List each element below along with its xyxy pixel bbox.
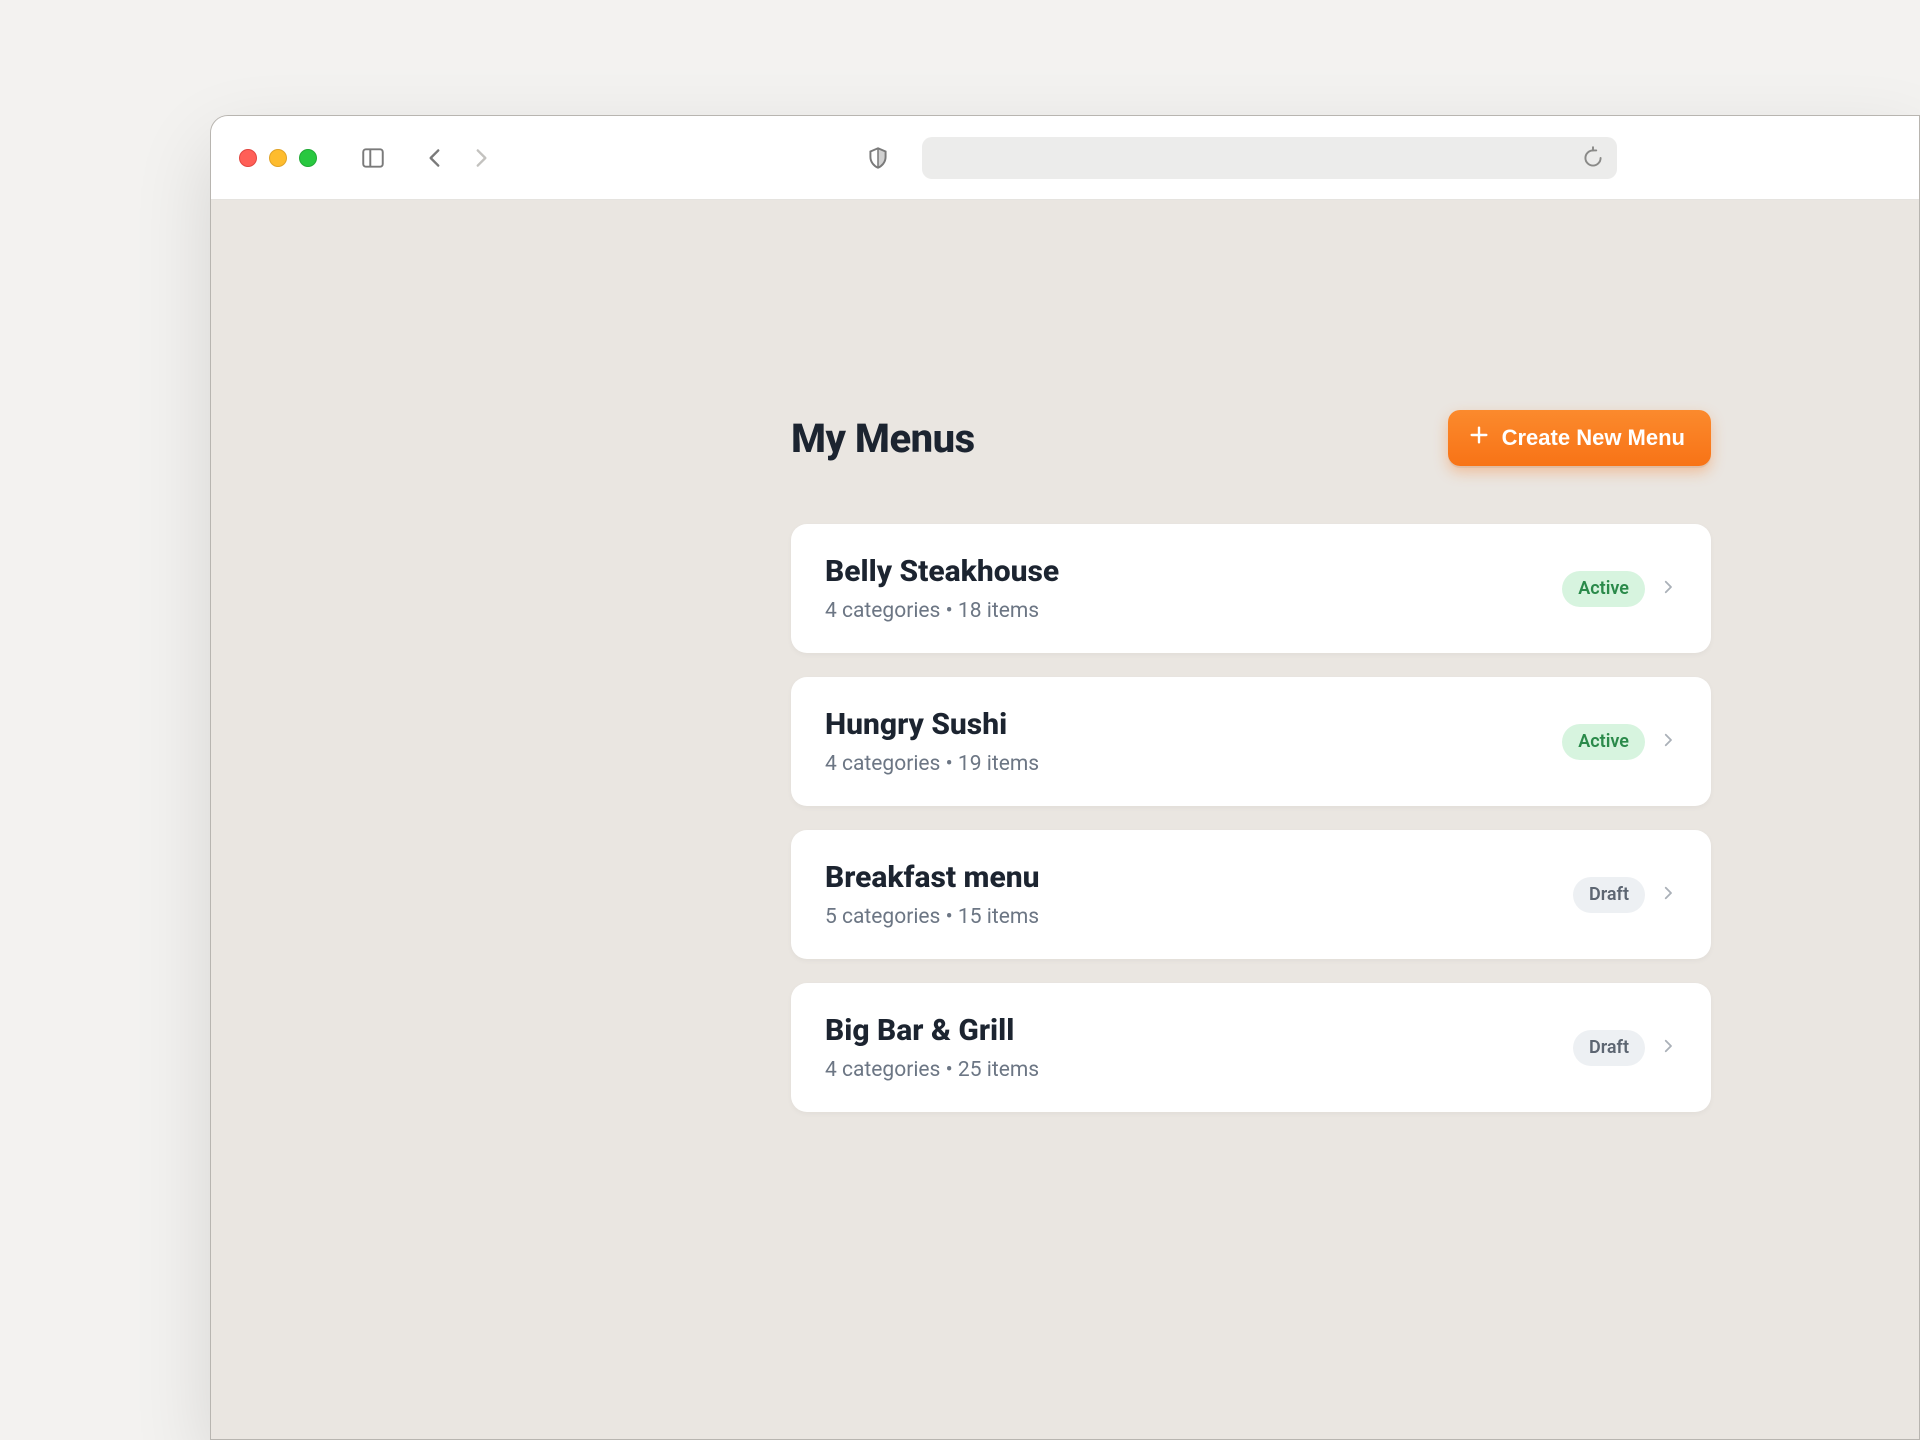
plus-icon [1468, 424, 1490, 452]
nav-buttons [421, 144, 495, 172]
menu-card-subtitle: 4 categories • 19 items [825, 752, 1039, 776]
menu-card-subtitle: 5 categories • 15 items [825, 905, 1040, 929]
chevron-right-icon [1659, 578, 1677, 600]
page-header: My Menus Create New Menu [791, 410, 1711, 466]
chevron-right-icon [1659, 1037, 1677, 1059]
page-title: My Menus [791, 415, 975, 462]
window-minimize-button[interactable] [269, 149, 287, 167]
menu-card-title: Big Bar & Grill [825, 1013, 1039, 1048]
menu-card-right: Draft [1573, 1030, 1677, 1066]
window-controls [239, 149, 317, 167]
create-new-menu-button[interactable]: Create New Menu [1448, 410, 1711, 466]
menu-card-subtitle: 4 categories • 18 items [825, 599, 1059, 623]
status-badge: Draft [1573, 877, 1645, 913]
create-new-menu-label: Create New Menu [1502, 425, 1685, 451]
window-close-button[interactable] [239, 149, 257, 167]
chevron-right-icon [1659, 731, 1677, 753]
menu-card-info: Belly Steakhouse 4 categories • 18 items [825, 554, 1059, 623]
menu-card-title: Hungry Sushi [825, 707, 1039, 742]
privacy-shield-icon[interactable] [864, 144, 892, 172]
status-badge: Active [1562, 571, 1645, 607]
chevron-right-icon [1659, 884, 1677, 906]
back-button-icon[interactable] [421, 144, 449, 172]
status-badge: Active [1562, 724, 1645, 760]
status-badge: Draft [1573, 1030, 1645, 1066]
menu-card-title: Belly Steakhouse [825, 554, 1059, 589]
menu-card-right: Active [1562, 724, 1677, 760]
menu-card-subtitle: 4 categories • 25 items [825, 1058, 1039, 1082]
menu-card-title: Breakfast menu [825, 860, 1040, 895]
reload-icon[interactable] [1579, 144, 1607, 172]
address-bar[interactable] [922, 137, 1617, 179]
browser-titlebar [211, 116, 1919, 200]
menu-card[interactable]: Hungry Sushi 4 categories • 19 items Activ… [791, 677, 1711, 806]
menu-card-info: Hungry Sushi 4 categories • 19 items [825, 707, 1039, 776]
page-content: My Menus Create New Menu Belly Steakhous… [211, 200, 1919, 1112]
menu-list: Belly Steakhouse 4 categories • 18 items A… [791, 524, 1711, 1112]
window-zoom-button[interactable] [299, 149, 317, 167]
sidebar-toggle-icon[interactable] [359, 144, 387, 172]
menu-card-right: Draft [1573, 877, 1677, 913]
browser-window: My Menus Create New Menu Belly Steakhous… [210, 115, 1920, 1440]
menu-card-right: Active [1562, 571, 1677, 607]
menu-card-info: Breakfast menu 5 categories • 15 items [825, 860, 1040, 929]
menu-card-info: Big Bar & Grill 4 categories • 25 items [825, 1013, 1039, 1082]
menu-card[interactable]: Big Bar & Grill 4 categories • 25 items Dr… [791, 983, 1711, 1112]
menu-card[interactable]: Breakfast menu 5 categories • 15 items Dra… [791, 830, 1711, 959]
forward-button-icon[interactable] [467, 144, 495, 172]
menu-card[interactable]: Belly Steakhouse 4 categories • 18 items A… [791, 524, 1711, 653]
